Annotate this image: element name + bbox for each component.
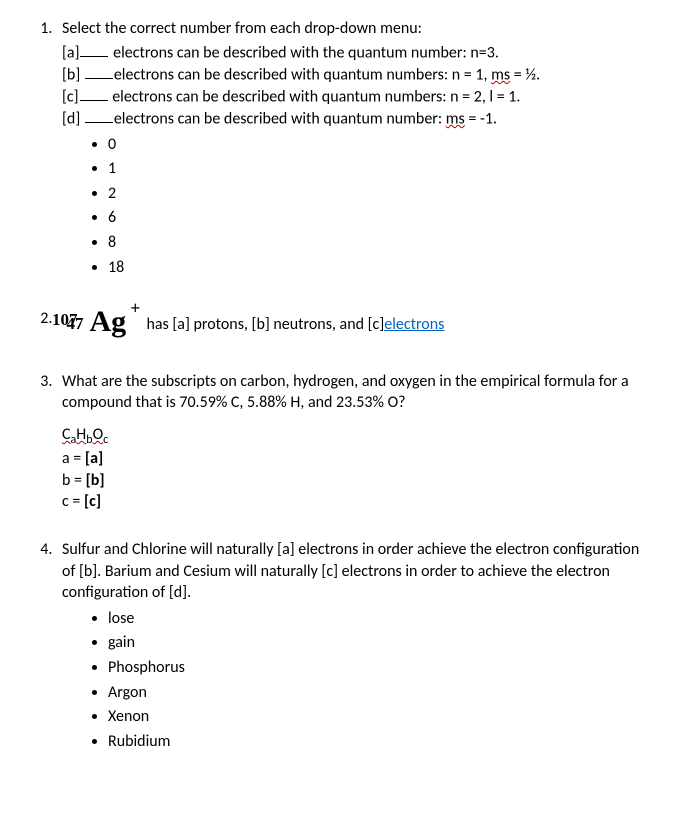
q1-option-label: 1 xyxy=(108,159,116,178)
q1-b-label: [b] xyxy=(62,65,84,84)
q4-option[interactable]: Xenon xyxy=(108,706,646,728)
q1-option[interactable]: 0 xyxy=(108,134,646,156)
formula-H: H xyxy=(76,425,86,444)
q2-text: has [a] protons, [b] neutrons, and [c] xyxy=(146,314,384,336)
q3-c-right: [c] xyxy=(84,492,101,511)
q1-d-text1: electrons can be described with quantum … xyxy=(114,109,446,128)
q3-line-c: c = [c] xyxy=(62,491,646,513)
q1-option-label: 2 xyxy=(108,184,116,203)
q4-option[interactable]: lose xyxy=(108,608,646,630)
q4-option-label: gain xyxy=(108,633,135,652)
q1-b-text1: electrons can be described with quantum … xyxy=(114,65,491,84)
q1-item-d: [d] electrons can be described with quan… xyxy=(62,108,646,130)
question-4: Sulfur and Chlorine will naturally [a] e… xyxy=(56,539,646,752)
q4-option[interactable]: gain xyxy=(108,632,646,654)
element-symbol: Ag xyxy=(90,302,127,343)
q1-a-text: electrons can be described with the quan… xyxy=(109,43,498,62)
q1-option[interactable]: 6 xyxy=(108,207,646,229)
q3-empirical: CaHbOc a = [a] b = [b] c = [c] xyxy=(62,424,646,513)
q3-a-left: a = xyxy=(62,449,85,468)
q4-option[interactable]: Argon xyxy=(108,682,646,704)
q1-c-text: electrons can be described with quantum … xyxy=(109,87,521,106)
q1-option-label: 0 xyxy=(108,135,116,154)
q3-formula: CaHbOc xyxy=(62,424,646,448)
q4-option-label: Rubidium xyxy=(108,732,170,751)
q1-c-blank[interactable] xyxy=(80,86,108,101)
q1-option[interactable]: 2 xyxy=(108,183,646,205)
formula-sub-c: c xyxy=(103,433,108,447)
q4-option-label: lose xyxy=(108,609,134,628)
q3-a-right: [a] xyxy=(85,449,103,468)
q3-prompt: What are the subscripts on carbon, hydro… xyxy=(62,372,629,413)
q1-prompt: Select the correct number from each drop… xyxy=(62,19,422,38)
q1-subitems: [a] electrons can be described with the … xyxy=(62,42,646,130)
q4-option-label: Argon xyxy=(108,683,147,702)
q4-option[interactable]: Rubidium xyxy=(108,731,646,753)
q2-row: 107 47 Ag+ has [a] protons, [b] neutrons… xyxy=(62,304,646,345)
q3-b-right: [b] xyxy=(86,471,105,490)
q1-option-label: 8 xyxy=(108,233,116,252)
q1-options: 0 1 2 6 8 18 xyxy=(62,134,646,279)
q2-electrons-link[interactable]: electrons xyxy=(384,314,444,336)
q1-option[interactable]: 18 xyxy=(108,257,646,279)
q1-d-blank[interactable] xyxy=(85,108,113,123)
formula-C: C xyxy=(62,425,71,444)
q1-option-label: 18 xyxy=(108,258,124,277)
question-2: 107 47 Ag+ has [a] protons, [b] neutrons… xyxy=(56,304,646,345)
formula-O: O xyxy=(93,425,104,444)
q4-option-label: Phosphorus xyxy=(108,658,185,677)
q3-line-a: a = [a] xyxy=(62,448,646,470)
q4-prompt: Sulfur and Chlorine will naturally [a] e… xyxy=(62,540,639,602)
q4-option-label: Xenon xyxy=(108,707,149,726)
q3-c-left: c = xyxy=(62,492,84,511)
q1-item-b: [b] electrons can be described with quan… xyxy=(62,64,646,86)
q1-d-label: [d] xyxy=(62,109,84,128)
isotope-numbers: 107 47 xyxy=(62,310,88,334)
q1-b-blank[interactable] xyxy=(85,64,113,79)
q1-b-text2: = ½. xyxy=(510,65,540,84)
q4-options: lose gain Phosphorus Argon Xenon Rubidiu… xyxy=(62,608,646,753)
q1-option-label: 6 xyxy=(108,208,116,227)
q1-option[interactable]: 1 xyxy=(108,158,646,180)
q1-option[interactable]: 8 xyxy=(108,232,646,254)
q3-b-left: b = xyxy=(62,471,86,490)
question-list: Select the correct number from each drop… xyxy=(30,18,646,752)
q1-c-label: [c] xyxy=(62,87,79,106)
q3-line-b: b = [b] xyxy=(62,470,646,492)
q1-item-c: [c] electrons can be described with quan… xyxy=(62,86,646,108)
atomic-number: 47 xyxy=(67,318,84,330)
question-3: What are the subscripts on carbon, hydro… xyxy=(56,371,646,513)
q1-item-a: [a] electrons can be described with the … xyxy=(62,42,646,64)
q1-b-ms: ms xyxy=(491,65,510,84)
q1-a-blank[interactable] xyxy=(80,42,108,57)
q4-option[interactable]: Phosphorus xyxy=(108,657,646,679)
q1-d-text2: = -1. xyxy=(465,109,497,128)
q1-d-ms: ms xyxy=(446,109,465,128)
question-1: Select the correct number from each drop… xyxy=(56,18,646,278)
ion-charge: + xyxy=(130,296,140,320)
q1-a-label: [a] xyxy=(62,43,79,62)
